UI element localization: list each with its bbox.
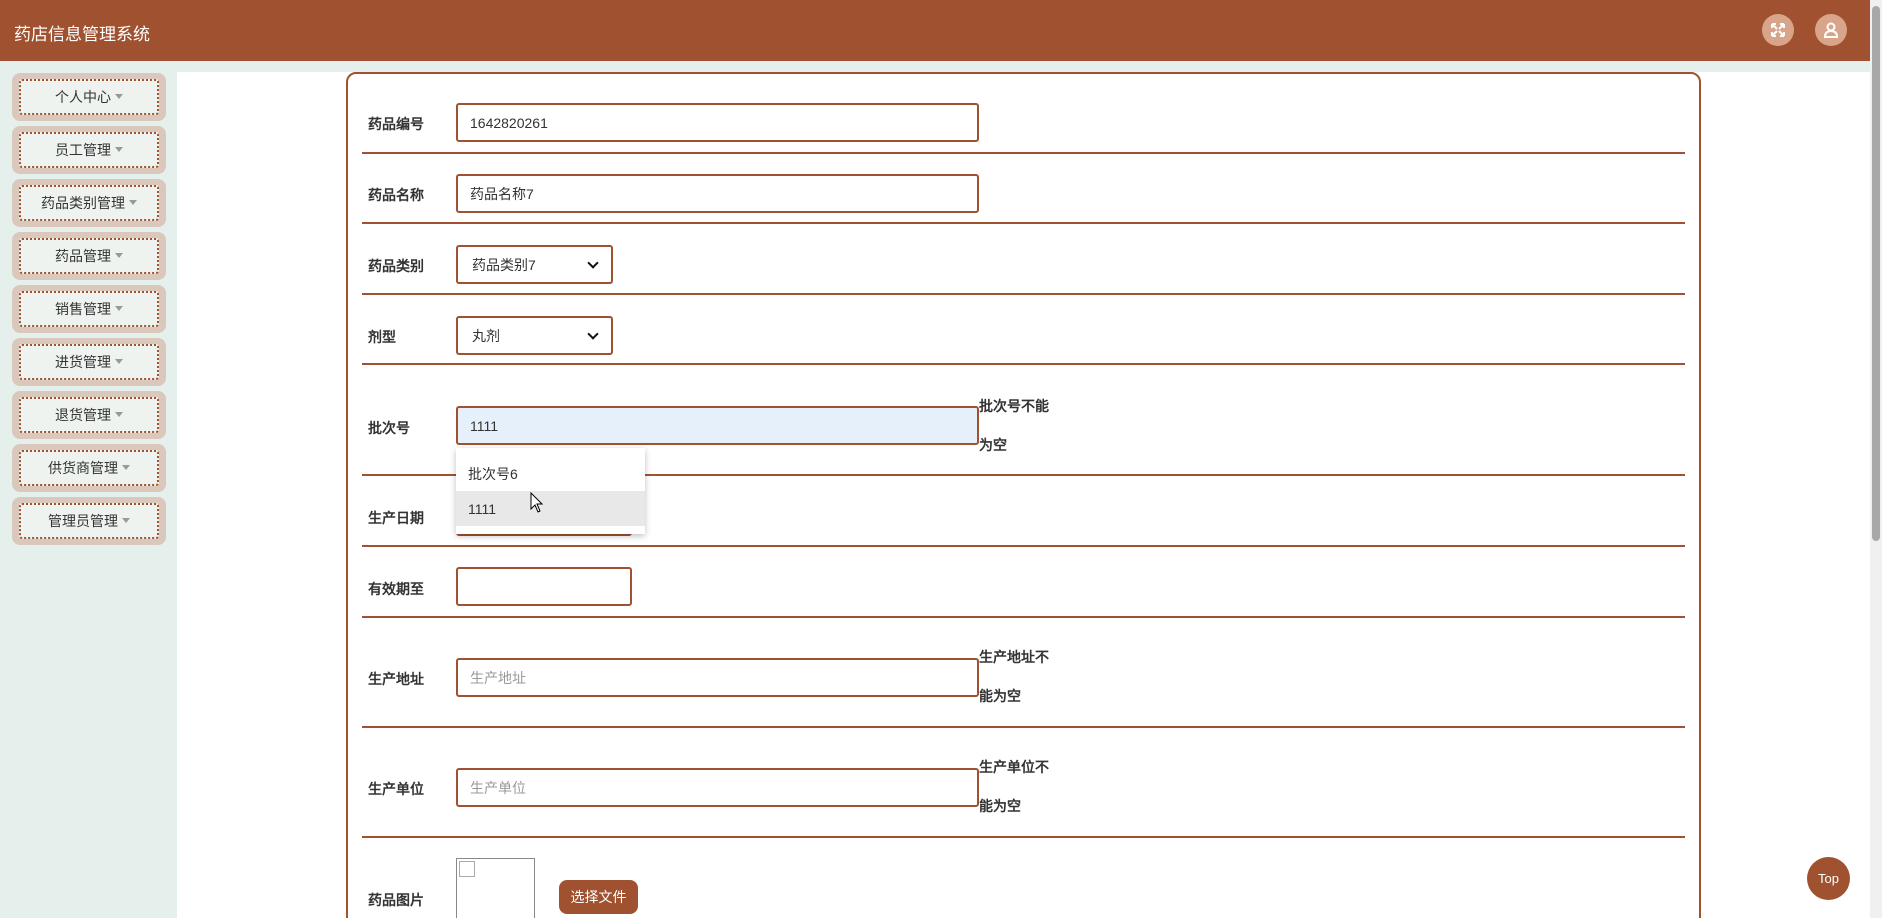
drug-name-label: 药品名称: [368, 187, 424, 203]
drug-name-input[interactable]: 药品名称7: [456, 174, 979, 213]
suggestion-item[interactable]: 批次号6: [456, 456, 645, 491]
expand-icon: [1771, 23, 1785, 37]
row-divider: [362, 222, 1685, 224]
caret-down-icon: [115, 411, 123, 417]
manufacturer-error-line2: 能为空: [979, 798, 1021, 814]
sidebar-item-label: 管理员管理: [48, 513, 118, 529]
sidebar-item-sales[interactable]: 销售管理: [12, 285, 166, 333]
dosage-form-label: 剂型: [368, 329, 396, 345]
row-divider: [362, 152, 1685, 154]
sidebar-item-returns[interactable]: 退货管理: [12, 391, 166, 439]
caret-down-icon: [115, 252, 123, 258]
suggestion-item[interactable]: 1111: [456, 491, 645, 526]
caret-down-icon: [129, 199, 137, 205]
drug-category-select[interactable]: 药品类别7: [456, 245, 613, 284]
manufacturer-error-line1: 生产单位不: [979, 759, 1049, 775]
sidebar-item-supplier[interactable]: 供货商管理: [12, 444, 166, 492]
drug-category-label: 药品类别: [368, 258, 424, 274]
chevron-down-icon: [587, 327, 599, 340]
scrollbar-thumb[interactable]: [1872, 6, 1880, 541]
expiry-date-input[interactable]: [456, 567, 632, 606]
production-address-error-line1: 生产地址不: [979, 649, 1049, 665]
fullscreen-button[interactable]: [1762, 14, 1794, 46]
row-divider: [362, 616, 1685, 618]
drug-image-label: 药品图片: [368, 892, 424, 908]
user-icon: [1823, 22, 1839, 38]
app-title: 药店信息管理系统: [14, 25, 150, 44]
production-address-input[interactable]: 生产地址: [456, 658, 979, 697]
production-address-error-line2: 能为空: [979, 688, 1021, 704]
drug-category-value: 药品类别7: [472, 256, 536, 273]
batch-no-label: 批次号: [368, 420, 410, 436]
sidebar-item-label: 员工管理: [55, 142, 111, 158]
caret-down-icon: [115, 358, 123, 364]
user-menu-button[interactable]: [1815, 14, 1847, 46]
row-divider: [362, 363, 1685, 365]
sidebar-item-employee[interactable]: 员工管理: [12, 126, 166, 174]
back-to-top-button[interactable]: Top: [1807, 857, 1850, 900]
batch-no-suggestions: 批次号6 1111: [456, 448, 645, 534]
sidebar-item-drug[interactable]: 药品管理: [12, 232, 166, 280]
drug-no-label: 药品编号: [368, 116, 424, 132]
sidebar-item-purchase[interactable]: 进货管理: [12, 338, 166, 386]
sidebar-item-label: 个人中心: [55, 89, 111, 105]
sidebar-item-label: 药品类别管理: [41, 195, 125, 211]
sidebar-item-label: 进货管理: [55, 354, 111, 370]
sidebar-item-label: 药品管理: [55, 248, 111, 264]
caret-down-icon: [122, 464, 130, 470]
row-divider: [362, 293, 1685, 295]
choose-file-button[interactable]: 选择文件: [559, 880, 638, 914]
top-header: 药店信息管理系统: [0, 0, 1870, 61]
sidebar-item-label: 退货管理: [55, 407, 111, 423]
caret-down-icon: [115, 146, 123, 152]
production-date-label: 生产日期: [368, 510, 424, 526]
production-address-label: 生产地址: [368, 671, 424, 687]
manufacturer-label: 生产单位: [368, 781, 424, 797]
batch-no-error-line1: 批次号不能: [979, 398, 1049, 414]
row-divider: [362, 726, 1685, 728]
chevron-down-icon: [587, 256, 599, 269]
caret-down-icon: [115, 305, 123, 311]
dosage-form-select[interactable]: 丸剂: [456, 316, 613, 355]
mouse-cursor-icon: [530, 492, 544, 513]
page-scrollbar[interactable]: [1870, 0, 1882, 918]
caret-down-icon: [115, 93, 123, 99]
expiry-date-label: 有效期至: [368, 581, 424, 597]
manufacturer-input[interactable]: 生产单位: [456, 768, 979, 807]
batch-no-error-line2: 为空: [979, 437, 1007, 453]
sidebar-item-personal-center[interactable]: 个人中心: [12, 73, 166, 121]
caret-down-icon: [122, 517, 130, 523]
sidebar-item-drug-category[interactable]: 药品类别管理: [12, 179, 166, 227]
drug-image-preview: [456, 858, 535, 918]
drug-no-input[interactable]: 1642820261: [456, 103, 979, 142]
batch-no-input[interactable]: 1111: [456, 406, 979, 445]
dosage-form-value: 丸剂: [472, 327, 500, 344]
row-divider: [362, 836, 1685, 838]
sidebar-item-admin[interactable]: 管理员管理: [12, 497, 166, 545]
sidebar-item-label: 供货商管理: [48, 460, 118, 476]
sidebar-item-label: 销售管理: [55, 301, 111, 317]
broken-image-icon: [459, 861, 475, 877]
row-divider: [362, 545, 1685, 547]
